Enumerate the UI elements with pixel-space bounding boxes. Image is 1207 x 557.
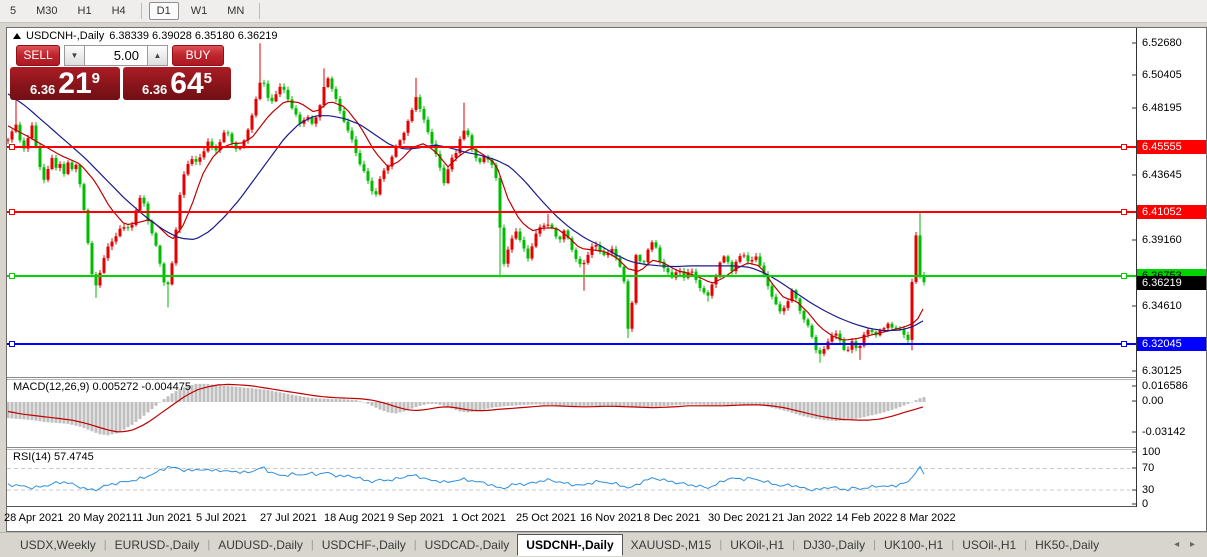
level-line-handle[interactable] — [9, 209, 15, 215]
timeframe-button-mn[interactable]: MN — [219, 2, 252, 20]
level-line-handle[interactable] — [9, 273, 15, 279]
rsi-pane-separator-inner — [7, 449, 1206, 450]
macd-pane-separator[interactable] — [7, 377, 1206, 378]
volume-decrease-icon[interactable]: ▼ — [64, 44, 85, 66]
price-axis-label: 6.50405 — [1142, 69, 1182, 81]
price-axis-label: 6.34610 — [1142, 300, 1182, 312]
date-axis-label: 16 Nov 2021 — [580, 512, 643, 524]
level-line-handle[interactable] — [9, 144, 15, 150]
date-axis-label: 30 Dec 2021 — [708, 512, 771, 524]
date-axis-label: 14 Feb 2022 — [836, 512, 898, 524]
tab-scroll-arrows[interactable]: ◂ ▸ — [1174, 539, 1199, 550]
macd-indicator-label: MACD(12,26,9) 0.005272 -0.004475 — [13, 381, 191, 393]
macd-pane-separator-inner — [7, 379, 1206, 380]
rsi-axis-label: 70 — [1142, 462, 1155, 474]
toolbar-separator — [140, 3, 142, 19]
sell-price-prefix: 6.36 — [29, 82, 56, 97]
sell-price-pip: 9 — [91, 70, 101, 87]
chart-ohlc-values: 6.38339 6.39028 6.35180 6.36219 — [109, 30, 278, 42]
price-axis: 6.52680 6.50405 6.48195 6.43645 6.39160 6.346… — [1137, 28, 1206, 510]
date-axis-label: 5 Jul 2021 — [196, 512, 247, 524]
buy-quote-panel[interactable]: 6.36 64 5 — [123, 67, 231, 100]
timeframe-button-h4[interactable]: H4 — [104, 2, 134, 20]
tab-xauusd-[interactable]: XAUUSD-,M15 — [623, 535, 720, 555]
rsi-pane-separator[interactable] — [7, 447, 1206, 448]
level-line-handle[interactable] — [1121, 341, 1127, 347]
date-axis-label: 25 Oct 2021 — [516, 512, 576, 524]
date-axis-label: 1 Oct 2021 — [452, 512, 506, 524]
buy-price-pip: 5 — [203, 70, 213, 87]
volume-input[interactable] — [85, 44, 147, 66]
sell-quote-panel[interactable]: 6.36 21 9 — [10, 67, 120, 100]
tab-usdchf-[interactable]: USDCHF-,Daily — [314, 535, 414, 555]
macd-axis-label: 0.00 — [1142, 395, 1164, 407]
level-line-handle[interactable] — [9, 341, 15, 347]
rsi-axis-label: 100 — [1142, 446, 1161, 458]
tab-usdx[interactable]: USDX,Weekly — [12, 535, 104, 555]
date-axis-label: 27 Jul 2021 — [260, 512, 317, 524]
price-axis-label: 6.48195 — [1142, 102, 1182, 114]
price-axis-label: 6.52680 — [1142, 37, 1182, 49]
date-axis-label: 28 Apr 2021 — [4, 512, 64, 524]
timeframe-button-5[interactable]: 5 — [2, 2, 24, 20]
date-axis-label: 8 Dec 2021 — [644, 512, 701, 524]
tab-hk50-[interactable]: HK50-,Daily — [1027, 535, 1107, 555]
timeframe-button-m30[interactable]: M30 — [28, 2, 65, 20]
level-line-handle[interactable] — [1121, 144, 1127, 150]
trading-platform-screen: 5 M30 H1 H4 D1 W1 MN USDCNH-,Daily 6.38339 6.3… — [0, 0, 1207, 557]
timeframe-button-h1[interactable]: H1 — [70, 2, 100, 20]
sell-price-big: 21 — [58, 67, 92, 100]
sell-button[interactable]: SELL — [16, 44, 60, 66]
chart-symbol-label: USDCNH-,Daily — [26, 30, 105, 42]
date-axis-label: 11 Jun 2021 — [132, 512, 192, 524]
macd-axis-label: 0.016586 — [1142, 380, 1188, 392]
tab-usdcnh-[interactable]: USDCNH-,Daily — [517, 533, 623, 556]
price-axis-label: 6.39160 — [1142, 234, 1182, 246]
timeframe-toolbar: 5 M30 H1 H4 D1 W1 MN — [0, 0, 1207, 23]
date-axis-label: 9 Sep 2021 — [388, 512, 445, 524]
date-axis-label: 21 Jan 2022 — [772, 512, 833, 524]
volume-increase-icon[interactable]: ▲ — [147, 44, 168, 66]
date-axis-label: 20 May 2021 — [68, 512, 132, 524]
tab-ukoil-[interactable]: UKOil-,H1 — [722, 535, 792, 555]
timeframe-button-d1[interactable]: D1 — [148, 2, 179, 20]
buy-button[interactable]: BUY — [172, 44, 224, 66]
date-axis-label: 8 Mar 2022 — [900, 512, 956, 524]
symbol-tabbar: USDX,Weekly | EURUSD-,Daily | AUDUSD-,Daily |… — [0, 532, 1207, 556]
price-axis-label: 6.30125 — [1142, 365, 1182, 377]
level-line-handle[interactable] — [1121, 209, 1127, 215]
rsi-axis-label: 30 — [1142, 484, 1155, 496]
tab-usdcad-[interactable]: USDCAD-,Daily — [417, 535, 518, 555]
macd-axis-label: -0.03142 — [1142, 426, 1186, 438]
tab-dj30-[interactable]: DJ30-,Daily — [795, 535, 873, 555]
tab-eurusd-[interactable]: EURUSD-,Daily — [107, 535, 208, 555]
date-axis: 28 Apr 2021 20 May 2021 11 Jun 2021 5 Jul 2… — [4, 507, 1206, 530]
one-click-trade-panel: SELL ▼ ▲ BUY 6.36 21 9 6.36 64 5 — [10, 44, 232, 100]
price-level-badge: 6.41052 — [1137, 205, 1206, 219]
rsi-indicator-label: RSI(14) 57.4745 — [13, 451, 94, 463]
buy-price-big: 64 — [170, 67, 204, 100]
price-level-badge: 6.32045 — [1137, 337, 1206, 351]
tab-uk100-[interactable]: UK100-,H1 — [876, 535, 951, 555]
chart-window: USDCNH-,Daily 6.38339 6.39028 6.35180 6.… — [4, 27, 1207, 532]
candlestick-chart[interactable] — [7, 28, 1137, 530]
chart-title: USDCNH-,Daily 6.38339 6.39028 6.35180 6.… — [13, 30, 277, 42]
tab-audusd-[interactable]: AUDUSD-,Daily — [210, 535, 311, 555]
price-level-badge: 6.45555 — [1137, 140, 1206, 154]
current-price-badge: 6.36219 — [1137, 276, 1206, 290]
buy-price-prefix: 6.36 — [141, 82, 168, 97]
tab-usoil-[interactable]: USOil-,H1 — [954, 535, 1024, 555]
volume-stepper: ▼ ▲ — [64, 44, 168, 66]
level-line-handle[interactable] — [1121, 273, 1127, 279]
timeframe-button-w1[interactable]: W1 — [183, 2, 216, 20]
price-axis-label: 6.43645 — [1142, 169, 1182, 181]
toolbar-separator — [259, 3, 261, 19]
symbol-marker-icon — [13, 33, 21, 39]
date-axis-label: 18 Aug 2021 — [324, 512, 386, 524]
